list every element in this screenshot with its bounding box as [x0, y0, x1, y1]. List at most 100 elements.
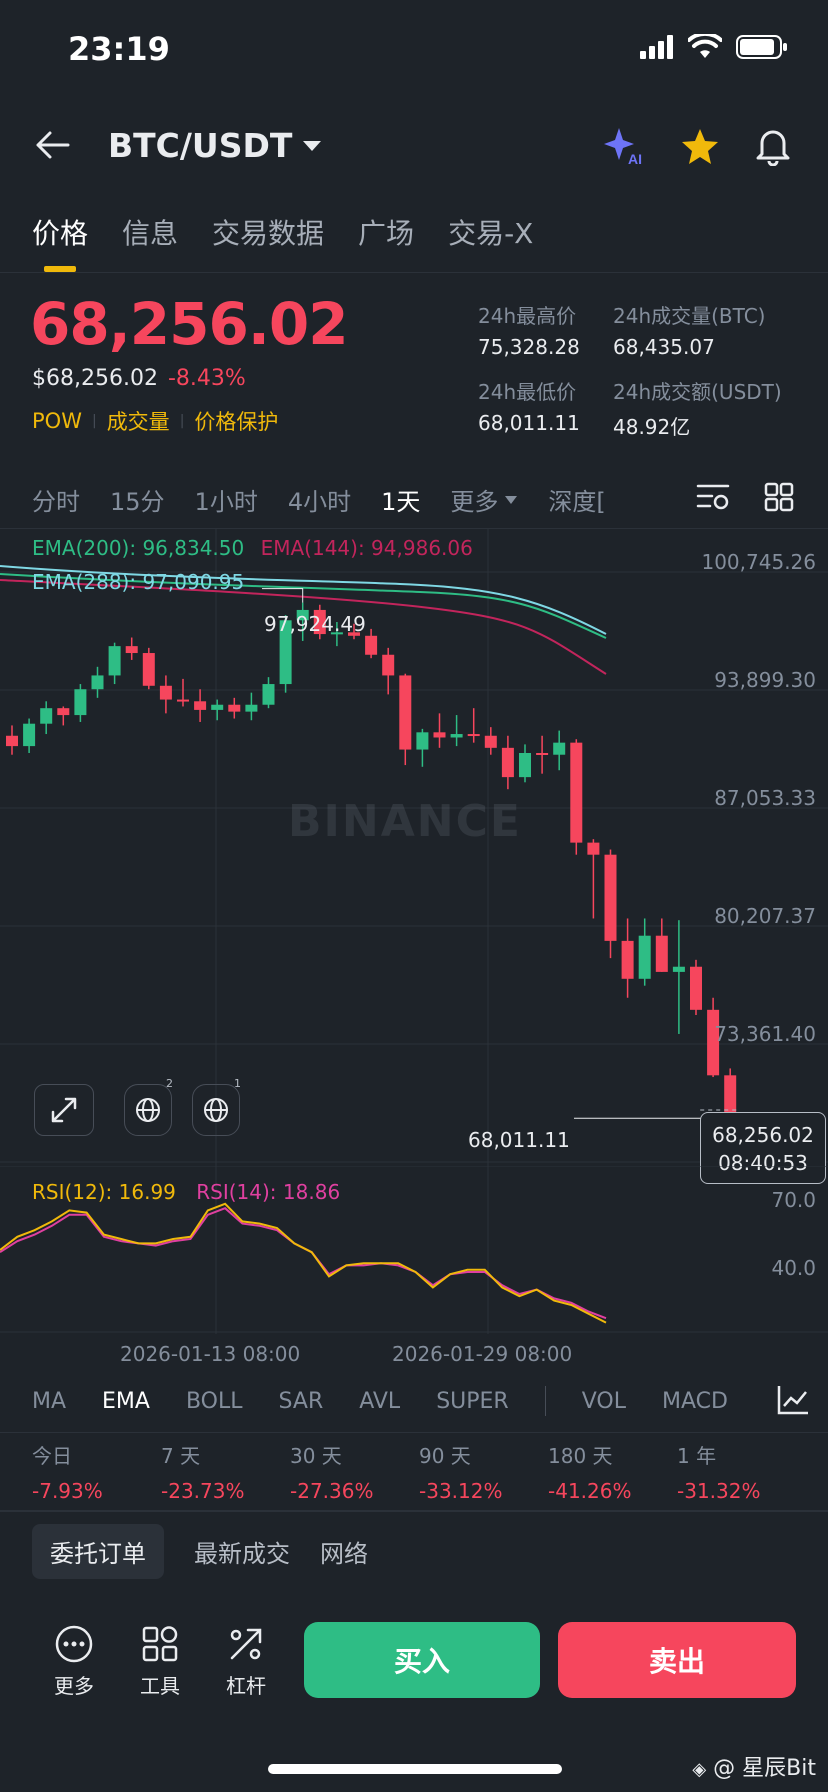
more-button[interactable]: 更多	[48, 1624, 100, 1699]
stat-vol-btc-value: 68,435.07	[613, 335, 715, 359]
interval-bar: 分时 15分 1小时 4小时 1天 更多 深度[	[32, 482, 606, 517]
interval-more[interactable]: 更多	[450, 482, 518, 517]
chart-tool-button-a[interactable]	[124, 1084, 172, 1136]
interval-15m[interactable]: 15分	[110, 482, 165, 517]
indicator-super[interactable]: SUPER	[436, 1389, 509, 1414]
indicator-chart-icon[interactable]	[776, 1384, 810, 1416]
ema288-legend: EMA(288): 97,090.95	[32, 570, 245, 594]
tag-volume[interactable]: 成交量	[107, 406, 170, 436]
binance-watermark-text: BINANCE	[288, 796, 522, 847]
indicator-ema[interactable]: EMA	[102, 1389, 150, 1414]
interval-4h[interactable]: 4小时	[288, 482, 351, 517]
candle-body	[125, 646, 138, 654]
wifi-icon	[688, 34, 722, 58]
candle-body	[536, 752, 549, 755]
tab-open-orders[interactable]: 委托订单	[32, 1524, 164, 1579]
indicator-macd[interactable]: MACD	[662, 1389, 728, 1414]
indicator-separator	[544, 1386, 546, 1416]
credit-watermark: ◈ @ 星辰Bit	[692, 1750, 816, 1782]
fullscreen-button[interactable]	[34, 1084, 94, 1136]
indicator-boll[interactable]: BOLL	[186, 1389, 243, 1414]
pair-selector[interactable]: BTC/USDT	[108, 126, 322, 165]
rsi-axis-low: 40.0	[771, 1256, 816, 1280]
candle-body	[365, 635, 378, 655]
candle-body	[553, 742, 566, 755]
candle-body	[655, 935, 668, 972]
candle-body	[262, 684, 275, 705]
perf-cell: 90 天 -33.12%	[419, 1440, 548, 1503]
credit-text: @ 星辰Bit	[713, 1756, 816, 1781]
globe-chart-icon	[204, 1098, 228, 1122]
battery-icon	[736, 35, 787, 59]
tab-info[interactable]: 信息	[122, 212, 178, 252]
buy-button[interactable]: 买入	[304, 1622, 540, 1698]
interval-1d[interactable]: 1天	[381, 482, 420, 517]
favorite-star-icon[interactable]	[680, 128, 720, 166]
tag-separator: |	[179, 413, 185, 429]
indicator-ma[interactable]: MA	[32, 1389, 66, 1414]
date-label: 2026-01-13 08:00	[120, 1342, 301, 1366]
chart-settings-icon[interactable]	[696, 482, 730, 512]
candle-body	[724, 1075, 737, 1114]
status-time: 23:19	[68, 30, 170, 68]
candle-body	[501, 747, 514, 778]
candle-body	[194, 701, 207, 710]
tab-price[interactable]: 价格	[32, 212, 88, 252]
indicator-vol[interactable]: VOL	[582, 1389, 626, 1414]
interval-timeshare[interactable]: 分时	[32, 482, 80, 517]
tab-trading-data[interactable]: 交易数据	[212, 212, 324, 252]
candle-body	[91, 675, 104, 690]
tab-trade-x[interactable]: 交易-X	[448, 212, 533, 252]
candle-body	[211, 704, 224, 710]
binance-logo-icon: ◈	[692, 1759, 707, 1780]
tags: POW | 成交量 | 价格保护	[32, 406, 278, 436]
tab-network[interactable]: 网络	[320, 1534, 368, 1569]
caret-down-icon	[303, 140, 322, 151]
stat-high: 24h最高价 75,328.28	[478, 300, 580, 359]
stat-vol-usdt-label: 24h成交额(USDT)	[613, 380, 782, 404]
tag-pow[interactable]: POW	[32, 409, 82, 433]
candle-body	[450, 734, 463, 738]
tab-latest-trades[interactable]: 最新成交	[194, 1534, 290, 1569]
tab-square[interactable]: 广场	[358, 212, 414, 252]
candle-body	[40, 708, 53, 724]
tools-label: 工具	[140, 1674, 180, 1698]
bell-icon[interactable]	[754, 126, 792, 166]
candle-body	[690, 966, 702, 1010]
indicator-avl[interactable]: AVL	[359, 1389, 400, 1414]
perf-label: 今日	[32, 1444, 72, 1468]
candle-body	[604, 854, 617, 941]
order-tabs: 委托订单 最新成交 网络	[32, 1524, 368, 1579]
ema144-legend: EMA(144): 94,986.06	[260, 536, 473, 560]
low-annotation: 68,011.11	[468, 1128, 570, 1152]
back-arrow-icon[interactable]	[34, 130, 70, 160]
candle-body	[142, 653, 155, 686]
candlestick-chart[interactable]	[0, 528, 828, 1168]
rsi14-line	[0, 1207, 607, 1320]
leverage-label: 杠杆	[226, 1674, 266, 1698]
indicator-sar[interactable]: SAR	[279, 1389, 324, 1414]
ema-legend-row1: EMA(200): 96,834.50 EMA(144): 94,986.06	[32, 536, 473, 560]
perf-value: -33.12%	[419, 1479, 503, 1503]
grid-layout-icon[interactable]	[764, 482, 794, 512]
interval-1h[interactable]: 1小时	[195, 482, 258, 517]
ai-sparkle-icon[interactable]: AI	[604, 126, 646, 166]
leverage-icon	[230, 1628, 262, 1660]
tag-price-protection[interactable]: 价格保护	[194, 406, 278, 436]
perf-label: 90 天	[419, 1444, 471, 1468]
candle-body	[228, 704, 241, 712]
performance-row: 今日 -7.93% 7 天 -23.73% 30 天 -27.36% 90 天 -33.…	[32, 1440, 812, 1503]
divider	[0, 272, 828, 273]
rsi-legend: RSI(12): 16.99 RSI(14): 18.86	[32, 1180, 340, 1204]
tools-button[interactable]: 工具	[134, 1624, 186, 1699]
price-sub: $68,256.02 -8.43%	[32, 366, 246, 391]
tool-badge-b: 1	[234, 1077, 241, 1090]
expand-icon	[51, 1097, 77, 1123]
sell-button[interactable]: 卖出	[558, 1622, 796, 1698]
candle-body	[519, 752, 531, 778]
stat-vol-btc-label: 24h成交量(BTC)	[613, 304, 766, 328]
chart-tool-button-b[interactable]	[192, 1084, 240, 1136]
leverage-button[interactable]: 杠杆	[220, 1624, 272, 1699]
interval-depth[interactable]: 深度[	[548, 482, 605, 517]
candle-body	[108, 646, 121, 676]
